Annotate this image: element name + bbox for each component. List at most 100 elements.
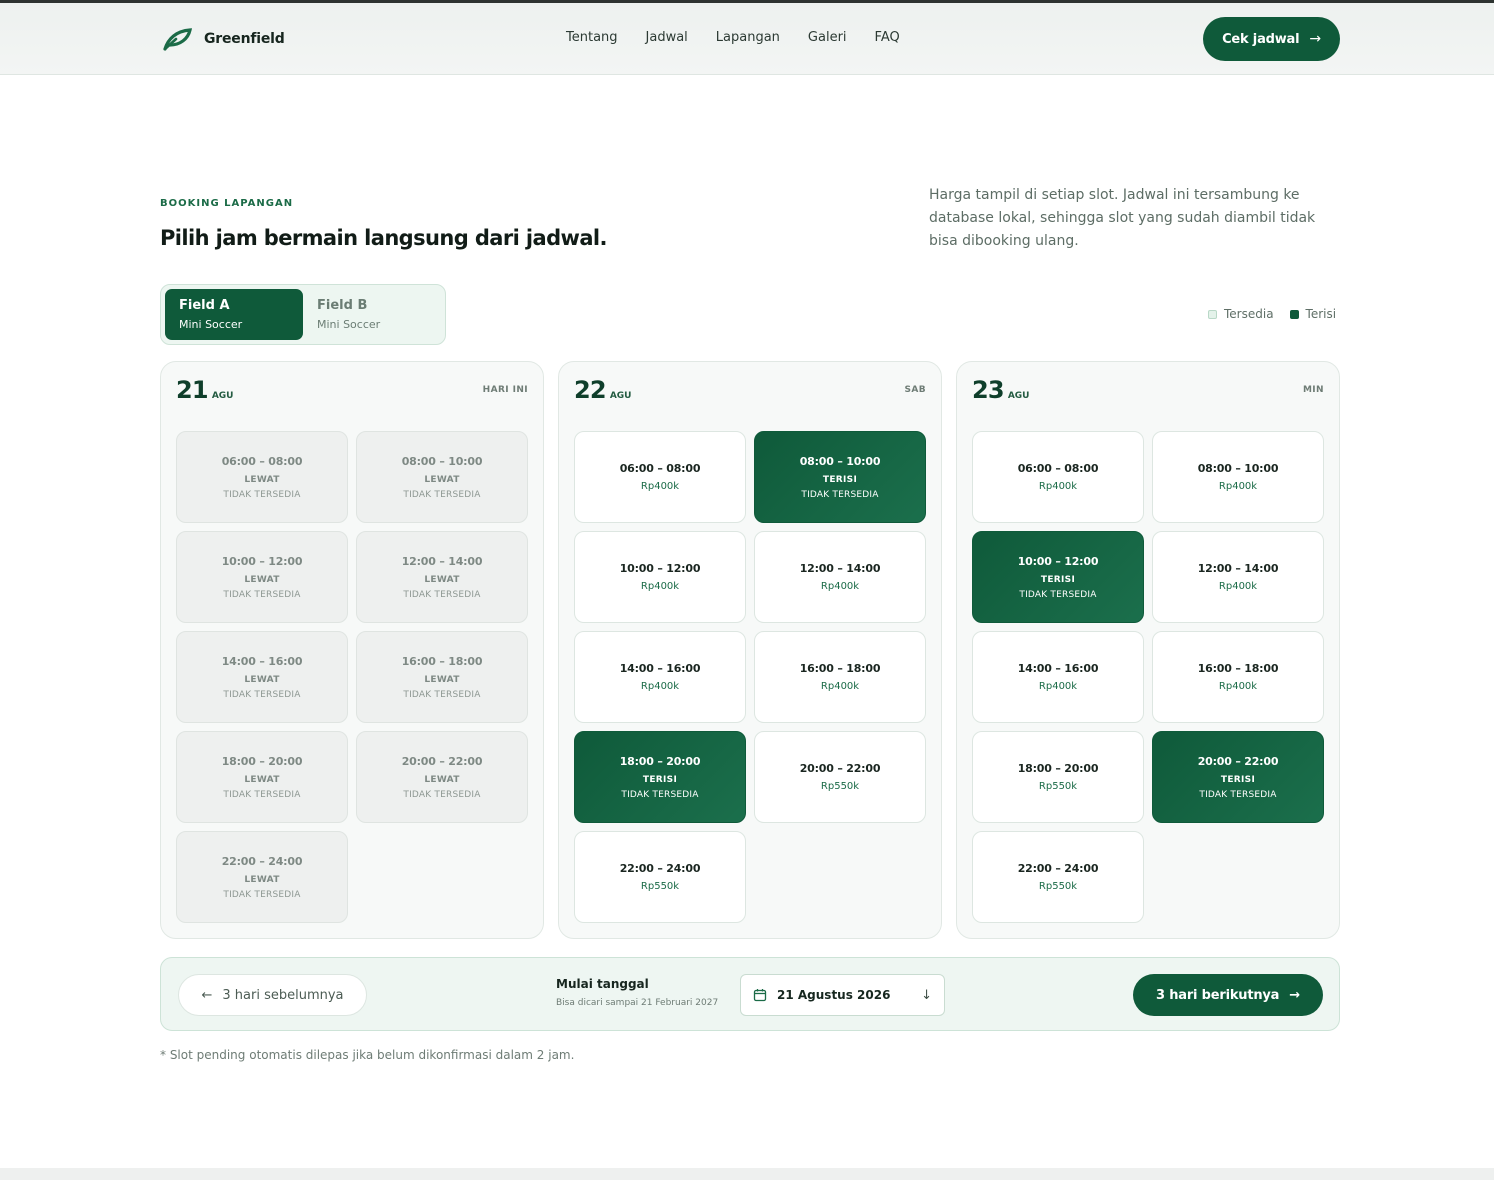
nav-faq[interactable]: FAQ [875, 30, 900, 45]
day-number: 23 [972, 376, 1005, 404]
slot-available[interactable]: 18:00 – 20:00 Rp550k [972, 731, 1144, 823]
slot-status: LEWAT [244, 774, 280, 785]
start-date-field[interactable]: 21 Agustus 2026 ↓ [740, 974, 945, 1016]
site-header: Greenfield Tentang Jadwal Lapangan Galer… [0, 3, 1494, 75]
slot-available[interactable]: 12:00 – 14:00 Rp400k [754, 531, 926, 623]
page-title: Pilih jam bermain langsung dari jadwal. [160, 226, 607, 250]
slot-status: LEWAT [244, 474, 280, 485]
slot-past: 14:00 – 16:00 LEWAT TIDAK TERSEDIA [176, 631, 348, 723]
nav-tentang[interactable]: Tentang [566, 30, 618, 45]
slot-time: 22:00 – 24:00 [1017, 862, 1099, 875]
slot-time: 10:00 – 12:00 [1017, 554, 1099, 568]
slot-price: Rp400k [820, 581, 860, 592]
day-header: 22 AGU [574, 376, 631, 404]
next-days-label: 3 hari berikutnya [1156, 987, 1280, 1003]
slot-note: TIDAK TERSEDIA [403, 789, 481, 800]
slot-status: LEWAT [424, 474, 460, 485]
start-date-hint: Bisa dicari sampai 21 Februari 2027 [556, 998, 719, 1008]
slot-available[interactable]: 22:00 – 24:00 Rp550k [972, 831, 1144, 923]
slot-price: Rp550k [1038, 881, 1078, 892]
slot-time: 12:00 – 14:00 [401, 554, 483, 568]
slot-taken: 10:00 – 12:00 TERISI TIDAK TERSEDIA [972, 531, 1144, 623]
slot-status: TERISI [1220, 774, 1256, 785]
slot-available[interactable]: 12:00 – 14:00 Rp400k [1152, 531, 1324, 623]
slot-time: 22:00 – 24:00 [221, 854, 303, 868]
field-selector: Field A Mini Soccer Field B Mini Soccer [160, 284, 446, 345]
slot-available[interactable]: 06:00 – 08:00 Rp400k [574, 431, 746, 523]
slot-price: Rp400k [1218, 681, 1258, 692]
slot-time: 18:00 – 20:00 [619, 754, 701, 768]
slot-note: TIDAK TERSEDIA [223, 889, 301, 900]
leaf-logo-icon [163, 28, 192, 51]
slot-price: Rp550k [640, 881, 680, 892]
field-a-name: Field A [179, 298, 230, 313]
slot-available[interactable]: 16:00 – 18:00 Rp400k [754, 631, 926, 723]
slot-past: 18:00 – 20:00 LEWAT TIDAK TERSEDIA [176, 731, 348, 823]
nav-jadwal[interactable]: Jadwal [646, 30, 688, 45]
start-date-value: 21 Agustus 2026 [777, 988, 891, 1002]
slot-time: 20:00 – 22:00 [799, 762, 881, 775]
logo[interactable]: Greenfield [162, 27, 285, 51]
slot-status: TERISI [642, 774, 678, 785]
day-header: 23 AGU [972, 376, 1029, 404]
intro-text: Harga tampil di setiap slot. Jadwal ini … [929, 187, 1316, 249]
day-month: AGU [609, 391, 632, 401]
cek-jadwal-label: Cek jadwal [1222, 31, 1300, 47]
slot-time: 12:00 – 14:00 [1197, 562, 1279, 575]
slot-note: TIDAK TERSEDIA [223, 789, 301, 800]
legend: Tersedia Terisi [1208, 307, 1336, 321]
slot-price: Rp400k [1038, 481, 1078, 492]
tab-field-b[interactable]: Field B Mini Soccer [303, 289, 441, 340]
day-column: 23 AGU MIN 06:00 – 08:00 Rp400k 08:00 – 10:00… [956, 361, 1340, 939]
legend-taken: Terisi [1289, 307, 1337, 321]
slot-status: LEWAT [424, 774, 460, 785]
available-swatch-icon [1208, 309, 1217, 319]
slot-available[interactable]: 16:00 – 18:00 Rp400k [1152, 631, 1324, 723]
next-days-button[interactable]: 3 hari berikutnya → [1133, 974, 1323, 1016]
day-label: MIN [1302, 385, 1324, 395]
footnote: * Slot pending otomatis dilepas jika bel… [160, 1048, 575, 1062]
slot-time: 20:00 – 22:00 [401, 754, 483, 768]
slot-available[interactable]: 14:00 – 16:00 Rp400k [972, 631, 1144, 723]
slot-price: Rp400k [640, 581, 680, 592]
slot-available[interactable]: 20:00 – 22:00 Rp550k [754, 731, 926, 823]
slot-past: 22:00 – 24:00 LEWAT TIDAK TERSEDIA [176, 831, 348, 923]
field-b-name: Field B [317, 298, 368, 313]
nav-galeri[interactable]: Galeri [808, 30, 847, 45]
legend-taken-label: Terisi [1305, 307, 1337, 321]
day-header: 21 AGU [176, 376, 233, 404]
slot-available[interactable]: 06:00 – 08:00 Rp400k [972, 431, 1144, 523]
slot-taken: 20:00 – 22:00 TERISI TIDAK TERSEDIA [1152, 731, 1324, 823]
day-column: 22 AGU SAB 06:00 – 08:00 Rp400k 08:00 – 10:00… [558, 361, 942, 939]
prev-days-button[interactable]: ← 3 hari sebelumnya [178, 974, 367, 1016]
slot-time: 08:00 – 10:00 [799, 454, 881, 468]
nav-lapangan[interactable]: Lapangan [716, 30, 780, 45]
slot-available[interactable]: 10:00 – 12:00 Rp400k [574, 531, 746, 623]
calendar-icon [753, 989, 767, 1002]
start-date-label-block: Mulai tanggal Bisa dicari sampai 21 Febr… [556, 977, 718, 1008]
slot-time: 10:00 – 12:00 [221, 554, 303, 568]
day-number: 21 [176, 376, 209, 404]
slot-time: 18:00 – 20:00 [221, 754, 303, 768]
slot-price: Rp400k [1038, 681, 1078, 692]
slot-time: 06:00 – 08:00 [1017, 462, 1099, 475]
slot-status: LEWAT [244, 874, 280, 885]
slot-taken: 18:00 – 20:00 TERISI TIDAK TERSEDIA [574, 731, 746, 823]
slot-status: LEWAT [244, 674, 280, 685]
slot-note: TIDAK TERSEDIA [223, 489, 301, 500]
slot-time: 20:00 – 22:00 [1197, 754, 1279, 768]
slot-available[interactable]: 14:00 – 16:00 Rp400k [574, 631, 746, 723]
slot-time: 08:00 – 10:00 [1197, 462, 1279, 475]
slot-status: LEWAT [244, 574, 280, 585]
tab-field-a[interactable]: Field A Mini Soccer [165, 289, 303, 340]
cek-jadwal-button[interactable]: Cek jadwal → [1203, 17, 1340, 61]
slot-available[interactable]: 22:00 – 24:00 Rp550k [574, 831, 746, 923]
slot-past: 10:00 – 12:00 LEWAT TIDAK TERSEDIA [176, 531, 348, 623]
slot-time: 14:00 – 16:00 [1017, 662, 1099, 675]
slot-time: 06:00 – 08:00 [221, 454, 303, 468]
slot-note: TIDAK TERSEDIA [223, 689, 301, 700]
slot-available[interactable]: 08:00 – 10:00 Rp400k [1152, 431, 1324, 523]
slot-time: 16:00 – 18:00 [799, 662, 881, 675]
slot-time: 16:00 – 18:00 [401, 654, 483, 668]
slot-past: 16:00 – 18:00 LEWAT TIDAK TERSEDIA [356, 631, 528, 723]
